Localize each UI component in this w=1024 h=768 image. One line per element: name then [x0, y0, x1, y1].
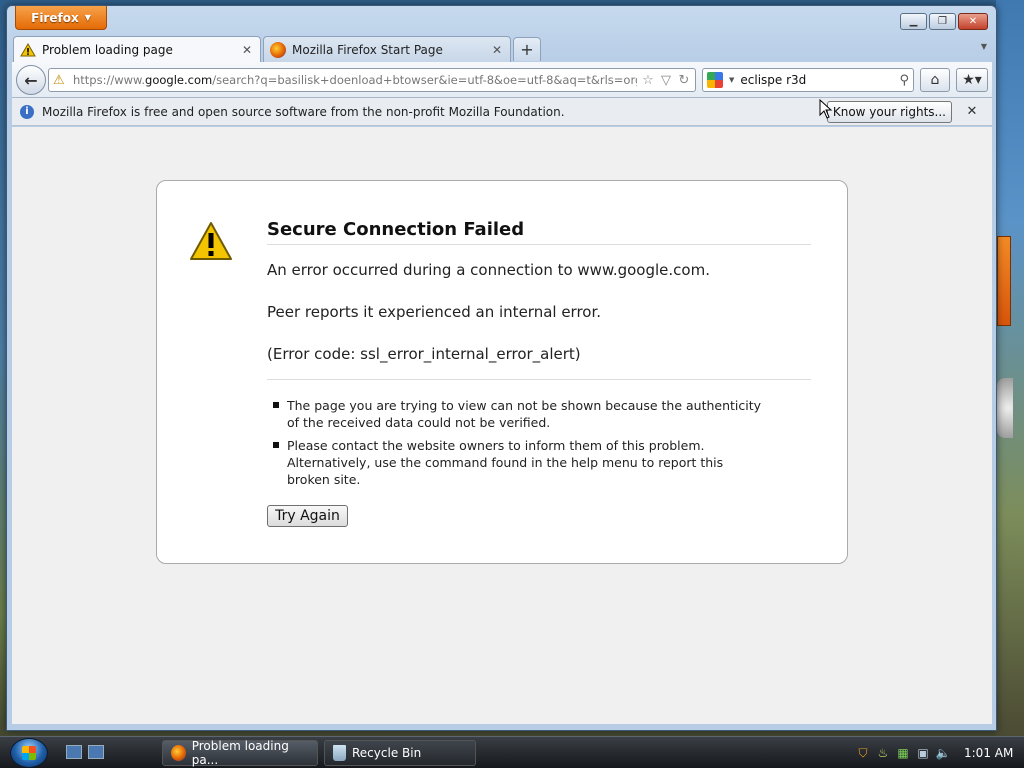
- taskbar-item-firefox[interactable]: Problem loading pa...: [162, 739, 318, 767]
- switch-windows-icon[interactable]: [88, 745, 104, 759]
- notification-bar: i Mozilla Firefox is free and open sourc…: [12, 98, 992, 126]
- chevron-down-icon[interactable]: ▼: [729, 76, 734, 84]
- firefox-window: Firefox ▼ ▁ ❐ ✕ Problem loading page ✕ M…: [6, 5, 997, 731]
- tab-list-chevron-icon[interactable]: ▼: [981, 42, 987, 51]
- device-icon[interactable]: ▦: [896, 746, 910, 760]
- navigation-toolbar: ← ⚠ https://www.google.com/search?q=basi…: [12, 62, 992, 98]
- list-item: The page you are trying to view can not …: [267, 397, 767, 431]
- site-warning-icon[interactable]: ⚠: [53, 73, 69, 88]
- home-icon: ⌂: [930, 72, 940, 88]
- error-title: Secure Connection Failed: [267, 219, 811, 245]
- show-desktop-icon[interactable]: [66, 745, 82, 759]
- mouse-cursor-icon: [819, 99, 833, 119]
- search-bar[interactable]: ▼ eclispe r3d ⚲: [702, 68, 914, 92]
- start-button[interactable]: [10, 738, 48, 768]
- notification-text: Mozilla Firefox is free and open source …: [42, 104, 565, 119]
- new-tab-button[interactable]: +: [513, 37, 541, 61]
- home-button[interactable]: ⌂: [920, 68, 950, 92]
- minimize-button[interactable]: ▁: [900, 13, 927, 30]
- close-icon: ✕: [968, 16, 978, 27]
- system-tray: ⛉ ♨ ▦ ▣ 🔈 1:01 AM: [850, 740, 1024, 766]
- tab-bar: Problem loading page ✕ Mozilla Firefox S…: [13, 36, 991, 62]
- warning-icon: [190, 222, 232, 260]
- magnifier-icon[interactable]: ⚲: [899, 73, 909, 88]
- history-dropdown-icon[interactable]: ▽: [659, 73, 673, 88]
- recycle-bin-icon: [333, 745, 346, 761]
- network-icon[interactable]: ▣: [916, 746, 930, 760]
- info-icon: i: [20, 104, 34, 119]
- google-search-engine-icon[interactable]: [707, 72, 723, 88]
- clock[interactable]: 1:01 AM: [964, 746, 1013, 760]
- error-message: An error occurred during a connection to…: [267, 261, 710, 279]
- error-detail: Peer reports it experienced an internal …: [267, 303, 602, 321]
- desktop-clock-gadget[interactable]: [997, 378, 1013, 438]
- firefox-menu-button[interactable]: Firefox ▼: [15, 6, 107, 30]
- firefox-icon: [171, 745, 186, 761]
- taskbar-item-recycle-bin[interactable]: Recycle Bin: [324, 740, 476, 766]
- taskbar-item-label: Recycle Bin: [352, 746, 422, 760]
- back-button[interactable]: ←: [16, 65, 46, 95]
- close-window-button[interactable]: ✕: [958, 13, 988, 30]
- url-text[interactable]: https://www.google.com/search?q=basilisk…: [73, 73, 637, 87]
- page-content: Secure Connection Failed An error occurr…: [12, 127, 992, 724]
- close-icon[interactable]: ✕: [960, 104, 984, 119]
- list-item: Please contact the website owners to inf…: [267, 437, 767, 488]
- error-panel: Secure Connection Failed An error occurr…: [156, 180, 848, 564]
- taskbar: Problem loading pa... Recycle Bin ⛉ ♨ ▦ …: [0, 736, 1024, 768]
- url-prefix: https://www.: [73, 73, 146, 87]
- url-bar[interactable]: ⚠ https://www.google.com/search?q=basili…: [48, 68, 696, 92]
- bookmarks-icon: ★▾: [962, 72, 982, 88]
- firefox-icon: [270, 41, 286, 58]
- plus-icon: +: [520, 40, 534, 59]
- minimize-icon: ▁: [909, 16, 918, 27]
- firefox-menu-label: Firefox: [31, 10, 79, 25]
- bookmarks-menu-button[interactable]: ★▾: [956, 68, 988, 92]
- divider: [267, 379, 811, 380]
- know-your-rights-button[interactable]: Know your rights...: [826, 100, 952, 123]
- error-code: (Error code: ssl_error_internal_error_al…: [267, 345, 581, 363]
- warning-icon: [20, 42, 36, 56]
- url-domain: google.com: [145, 73, 213, 87]
- chevron-down-icon: ▼: [84, 13, 91, 22]
- java-icon[interactable]: ♨: [876, 746, 890, 760]
- security-shield-icon[interactable]: ⛉: [856, 746, 870, 760]
- bookmark-star-icon[interactable]: ☆: [641, 73, 655, 88]
- tab-label: Mozilla Firefox Start Page: [292, 42, 443, 57]
- window-controls: ▁ ❐ ✕: [900, 13, 988, 30]
- url-path: /search?q=basilisk+doenload+btowser&ie=u…: [212, 73, 637, 87]
- maximize-button[interactable]: ❐: [929, 13, 956, 30]
- tab-close-icon[interactable]: ✕: [490, 43, 504, 57]
- tab-problem-loading[interactable]: Problem loading page ✕: [13, 36, 261, 62]
- restore-icon: ❐: [938, 16, 947, 27]
- reload-icon[interactable]: ↻: [677, 73, 691, 88]
- tab-label: Problem loading page: [42, 42, 173, 57]
- tab-close-icon[interactable]: ✕: [240, 43, 254, 57]
- taskbar-item-label: Problem loading pa...: [191, 739, 289, 767]
- volume-icon[interactable]: 🔈: [936, 746, 951, 760]
- back-arrow-icon: ←: [24, 70, 38, 90]
- search-input[interactable]: eclispe r3d: [740, 73, 893, 87]
- error-bullet-list: The page you are trying to view can not …: [267, 397, 767, 494]
- tab-firefox-start[interactable]: Mozilla Firefox Start Page ✕: [263, 36, 511, 62]
- desktop-background: [996, 0, 1024, 736]
- try-again-button[interactable]: Try Again: [267, 505, 348, 527]
- desktop-gadget[interactable]: [997, 236, 1011, 326]
- windows-logo-icon: [22, 746, 36, 760]
